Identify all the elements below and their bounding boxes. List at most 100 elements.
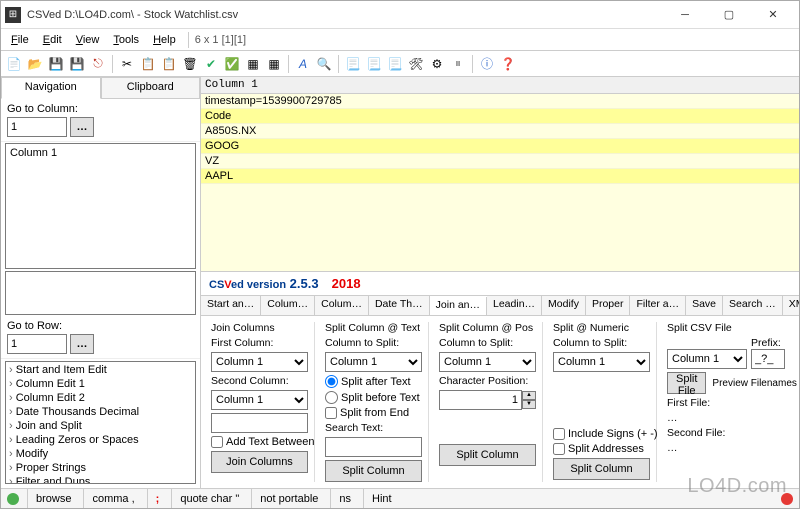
accept-icon[interactable]: ✅ (223, 55, 241, 73)
bottom-tab[interactable]: Date Th… (369, 296, 430, 315)
grid-row[interactable]: VZ (201, 154, 799, 169)
bottom-tab[interactable]: Leadin… (487, 296, 542, 315)
tree-item[interactable]: Date Thousands Decimal (7, 405, 194, 419)
delete-icon[interactable]: 🗑 (181, 55, 199, 73)
split-addresses-check[interactable] (553, 443, 565, 455)
settings-icon[interactable]: ⚙ (428, 55, 446, 73)
info-icon[interactable]: ⓘ (478, 55, 496, 73)
panel-split-text: Split Column @ Text Column to Split: Col… (319, 322, 429, 482)
spinner-down[interactable]: ▼ (522, 400, 536, 409)
column-list[interactable]: Column 1 (5, 143, 196, 269)
bottom-tab[interactable]: Proper (586, 296, 631, 315)
maximize-button[interactable]: ▢ (707, 2, 751, 28)
pause-icon[interactable]: ⏸ (449, 55, 467, 73)
menu-view[interactable]: View (70, 32, 106, 48)
exit-icon[interactable]: ⎋ (89, 55, 107, 73)
between-text-input[interactable] (211, 413, 308, 433)
help-icon[interactable]: ❓ (499, 55, 517, 73)
bottom-tab[interactable]: Modify (542, 296, 586, 315)
split-column-pos-button[interactable]: Split Column (439, 444, 536, 466)
search-text-input[interactable] (325, 437, 422, 457)
grid-row[interactable]: AAPL (201, 169, 799, 184)
grid-row[interactable]: A850S.NX (201, 124, 799, 139)
tab-clipboard[interactable]: Clipboard (101, 77, 201, 99)
cut-icon[interactable]: ✂ (118, 55, 136, 73)
second-column-select[interactable]: Column 1 (211, 390, 308, 410)
tree-item[interactable]: Column Edit 2 (7, 391, 194, 405)
split-before-radio[interactable] (325, 391, 338, 404)
bottom-tab[interactable]: Start an… (201, 296, 261, 315)
bottom-tab[interactable]: Search … (723, 296, 783, 315)
add-text-between-check[interactable] (211, 436, 223, 448)
prefix-input[interactable] (751, 349, 785, 369)
split-from-end-check[interactable] (325, 407, 337, 419)
font-icon[interactable]: A (294, 55, 312, 73)
bottom-tab[interactable]: Join an… (430, 297, 487, 316)
bottom-tab[interactable]: Colum… (261, 296, 315, 315)
grid2-icon[interactable]: ▦ (265, 55, 283, 73)
bottom-tab[interactable]: XML (783, 296, 799, 315)
column-to-split-label: Column to Split: (439, 337, 536, 349)
tree-item[interactable]: Filter and Dups (7, 475, 194, 485)
doc2-icon[interactable]: 📃 (365, 55, 383, 73)
tools-icon[interactable]: 🛠 (407, 55, 425, 73)
tree-item[interactable]: Leading Zeros or Spaces (7, 433, 194, 447)
version-bar: CSVed version 2.5.3 2018 (201, 272, 799, 296)
split-csv-column-select[interactable]: Column 1 (667, 349, 747, 369)
grid-header[interactable]: Column 1 (201, 77, 799, 94)
doc1-icon[interactable]: 📃 (344, 55, 362, 73)
split-column-text-button[interactable]: Split Column (325, 460, 422, 482)
tree-item[interactable]: Column Edit 1 (7, 377, 194, 391)
first-column-select[interactable]: Column 1 (211, 352, 308, 372)
status-dot-green (7, 493, 19, 505)
char-position-input[interactable] (439, 390, 522, 410)
data-grid[interactable]: Column 1 timestamp=1539900729785CodeA850… (201, 77, 799, 272)
include-signs-check[interactable] (553, 428, 565, 440)
split-num-column-select[interactable]: Column 1 (553, 352, 650, 372)
grid-row[interactable]: Code (201, 109, 799, 124)
goto-row-input[interactable] (7, 334, 67, 354)
split-after-radio[interactable] (325, 375, 338, 388)
minimize-button[interactable]: ─ (663, 2, 707, 28)
save-icon[interactable]: 💾 (47, 55, 65, 73)
panel-split-numeric: Split @ Numeric Column to Split: Column … (547, 322, 657, 482)
bottom-tab[interactable]: Filter a… (630, 296, 686, 315)
split-file-button[interactable]: Split File (667, 372, 706, 394)
check-icon[interactable]: ✔ (202, 55, 220, 73)
close-button[interactable]: ✕ (751, 2, 795, 28)
bottom-tab[interactable]: Save (686, 296, 723, 315)
goto-column-browse[interactable]: … (70, 117, 94, 137)
menu-file[interactable]: File (5, 32, 35, 48)
tree-item[interactable]: Join and Split (7, 419, 194, 433)
grid-row[interactable]: GOOG (201, 139, 799, 154)
status-separator: comma , (83, 489, 142, 508)
goto-column-input[interactable] (7, 117, 67, 137)
new-icon[interactable]: 📄 (5, 55, 23, 73)
tab-navigation[interactable]: Navigation (1, 77, 101, 99)
open-icon[interactable]: 📂 (26, 55, 44, 73)
column-list-item[interactable]: Column 1 (8, 146, 193, 160)
split-column-num-button[interactable]: Split Column (553, 458, 650, 480)
grid-icon[interactable]: ▦ (244, 55, 262, 73)
grid-row[interactable]: timestamp=1539900729785 (201, 94, 799, 109)
doc3-icon[interactable]: 📃 (386, 55, 404, 73)
goto-column-label: Go to Column: (7, 103, 194, 115)
tree-item[interactable]: Start and Item Edit (7, 363, 194, 377)
section-tree[interactable]: Start and Item EditColumn Edit 1Column E… (5, 361, 196, 485)
copy-icon[interactable]: 📋 (139, 55, 157, 73)
menu-edit[interactable]: Edit (37, 32, 68, 48)
spinner-up[interactable]: ▲ (522, 391, 536, 400)
bottom-tab[interactable]: Colum… (315, 296, 369, 315)
join-columns-button[interactable]: Join Columns (211, 451, 308, 473)
paste-icon[interactable]: 📋 (160, 55, 178, 73)
saveas-icon[interactable]: 💾 (68, 55, 86, 73)
left-panel: Navigation Clipboard Go to Column: … Col… (1, 77, 201, 488)
split-text-column-select[interactable]: Column 1 (325, 352, 422, 372)
goto-row-browse[interactable]: … (70, 334, 94, 354)
zoom-icon[interactable]: 🔍 (315, 55, 333, 73)
menu-help[interactable]: Help (147, 32, 182, 48)
tree-item[interactable]: Proper Strings (7, 461, 194, 475)
tree-item[interactable]: Modify (7, 447, 194, 461)
menu-tools[interactable]: Tools (107, 32, 145, 48)
split-pos-column-select[interactable]: Column 1 (439, 352, 536, 372)
